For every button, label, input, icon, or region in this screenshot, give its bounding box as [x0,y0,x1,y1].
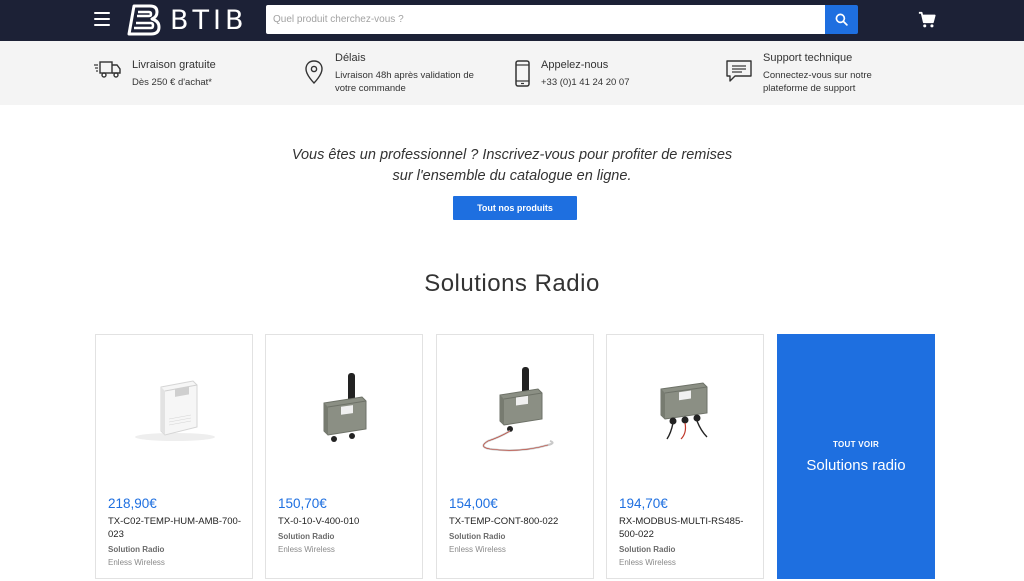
support-link[interactable]: Connectez-vous sur notre plateforme de s… [763,69,893,95]
delivery-truck-icon [94,61,121,78]
product-info: TX-0-10-V-400-010 Solution Radio Enless … [278,515,416,556]
product-image[interactable] [437,335,593,485]
info-desc: Livraison 48h après validation de votre … [335,70,474,94]
info-title: Support technique [763,52,853,64]
product-category: Solution Radio [108,545,165,554]
product-category: Solution Radio [278,532,335,541]
product-image[interactable] [266,335,422,485]
product-brand: Enless Wireless [108,558,165,567]
info-title: Délais [335,52,366,64]
product-card[interactable]: 194,70€ RX-MODBUS-MULTI-RS485-500-022 So… [606,334,764,579]
search-button[interactable] [825,5,858,34]
product-image[interactable] [96,335,252,485]
product-card[interactable]: 150,70€ TX-0-10-V-400-010 Solution Radio… [265,334,423,579]
promo-text: Vous êtes un professionnel ? Inscrivez-v… [0,145,1024,187]
logo-text: BTIB [170,4,248,36]
product-category: Solution Radio [449,532,506,541]
product-price: 194,70€ [619,496,668,511]
product-brand: Enless Wireless [619,558,676,567]
product-name[interactable]: RX-MODBUS-MULTI-RS485-500-022 [619,515,757,541]
info-desc: Dès 250 € d'achat* [132,77,212,88]
location-pin-icon [305,60,323,84]
cart-icon[interactable] [918,11,936,29]
all-products-button[interactable]: Tout nos produits [453,196,577,220]
phone-number-link[interactable]: +33 (0)1 41 24 20 07 [541,76,629,89]
sensor-box-image [135,380,215,441]
info-bar: Livraison gratuite Dès 250 € d'achat* Dé… [0,41,1024,105]
promo-line-1: Vous êtes un professionnel ? Inscrivez-v… [291,147,733,163]
product-price: 150,70€ [278,496,327,511]
product-price: 154,00€ [449,496,498,511]
product-category: Solution Radio [619,545,676,554]
info-free-delivery: Livraison gratuite Dès 250 € d'achat* [94,58,242,89]
search-bar [266,5,858,34]
product-info: TX-C02-TEMP-HUM-AMB-700-023 Solution Rad… [108,515,246,569]
info-title: Livraison gratuite [132,59,216,71]
section-title: Solutions Radio [424,270,600,297]
product-brand: Enless Wireless [278,545,335,554]
product-price: 218,90€ [108,496,157,511]
logo-mark-icon [127,4,161,36]
info-support: Support technique Connectez-vous sur not… [725,51,893,95]
info-delays: Délais Livraison 48h après validation de… [303,51,491,95]
see-all-kicker: TOUT VOIR [832,440,880,449]
product-name[interactable]: TX-TEMP-CONT-800-022 [449,515,587,528]
hamburger-menu-icon[interactable] [94,12,110,26]
modbus-receiver-image [660,382,708,440]
info-call-us: Appelez-nous +33 (0)1 41 24 20 07 [514,58,629,89]
chat-support-icon [726,60,752,82]
search-icon [835,13,848,26]
see-all-radio-solutions-card[interactable]: TOUT VOIR Solutions radio [777,334,935,579]
phone-icon [515,60,530,87]
product-card[interactable]: 218,90€ TX-C02-TEMP-HUM-AMB-700-023 Solu… [95,334,253,579]
promo-line-2: sur l'ensemble du catalogue en ligne. [392,168,632,184]
info-title: Appelez-nous [541,59,609,71]
see-all-title: Solutions radio [806,457,906,474]
product-info: RX-MODBUS-MULTI-RS485-500-022 Solution R… [619,515,757,569]
product-info: TX-TEMP-CONT-800-022 Solution Radio Enle… [449,515,587,556]
temperature-probe-image [482,366,554,451]
search-input[interactable] [266,5,825,34]
top-header: BTIB [0,0,1024,41]
product-card[interactable]: 154,00€ TX-TEMP-CONT-800-022 Solution Ra… [436,334,594,579]
product-name[interactable]: TX-C02-TEMP-HUM-AMB-700-023 [108,515,246,541]
brand-logo[interactable]: BTIB [126,2,248,38]
radio-transmitter-image [323,373,367,442]
product-image[interactable] [607,335,763,485]
product-name[interactable]: TX-0-10-V-400-010 [278,515,416,528]
product-brand: Enless Wireless [449,545,506,554]
